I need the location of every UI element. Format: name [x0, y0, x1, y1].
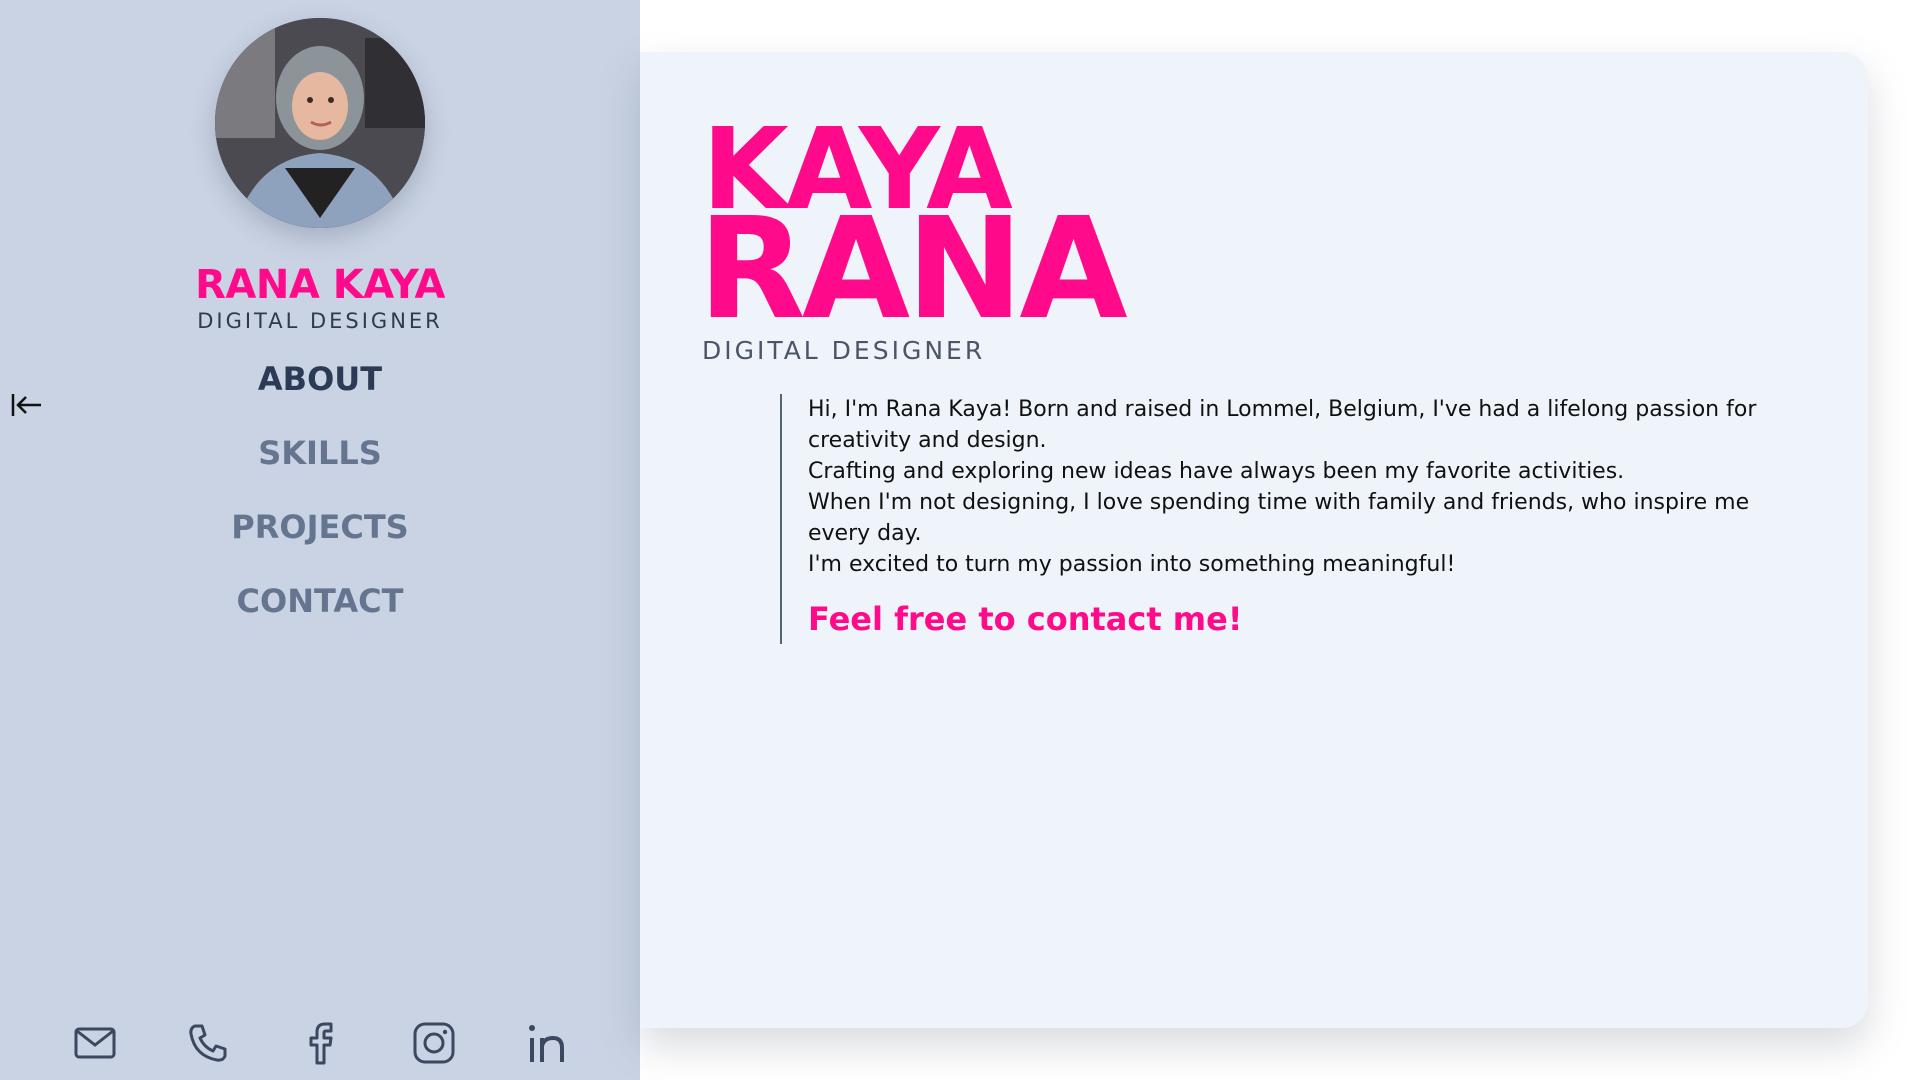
nav-item-contact[interactable]: CONTACT — [0, 582, 640, 620]
profile-avatar — [215, 18, 425, 228]
instagram-icon[interactable] — [409, 1018, 459, 1068]
sidebar: RANA KAYA DIGITAL DESIGNER ABOUT SKILLS … — [0, 0, 640, 1080]
social-links — [0, 1018, 640, 1068]
about-text: Hi, I'm Rana Kaya! Born and raised in Lo… — [780, 394, 1780, 644]
about-line: I'm excited to turn my passion into some… — [808, 552, 1456, 577]
nav-item-about[interactable]: ABOUT — [0, 360, 640, 398]
nav-item-skills[interactable]: SKILLS — [0, 434, 640, 472]
hero-role: DIGITAL DESIGNER — [702, 336, 986, 365]
about-line: Hi, I'm Rana Kaya! Born and raised in Lo… — [808, 397, 1757, 453]
hero-first-name: RANA — [698, 188, 1128, 351]
sidebar-role: DIGITAL DESIGNER — [197, 309, 443, 333]
mail-icon[interactable] — [70, 1018, 120, 1068]
about-line: Crafting and exploring new ideas have al… — [808, 459, 1625, 484]
linkedin-icon[interactable] — [522, 1018, 572, 1068]
phone-icon[interactable] — [183, 1018, 233, 1068]
about-card: KAYA RANA DIGITAL DESIGNER Hi, I'm Rana … — [640, 52, 1868, 1028]
facebook-icon[interactable] — [296, 1018, 346, 1068]
sidebar-name: RANA KAYA — [195, 262, 445, 308]
contact-cta-link[interactable]: Feel free to contact me! — [808, 600, 1780, 638]
about-line: When I'm not designing, I love spending … — [808, 490, 1750, 546]
nav-item-projects[interactable]: PROJECTS — [0, 508, 640, 546]
